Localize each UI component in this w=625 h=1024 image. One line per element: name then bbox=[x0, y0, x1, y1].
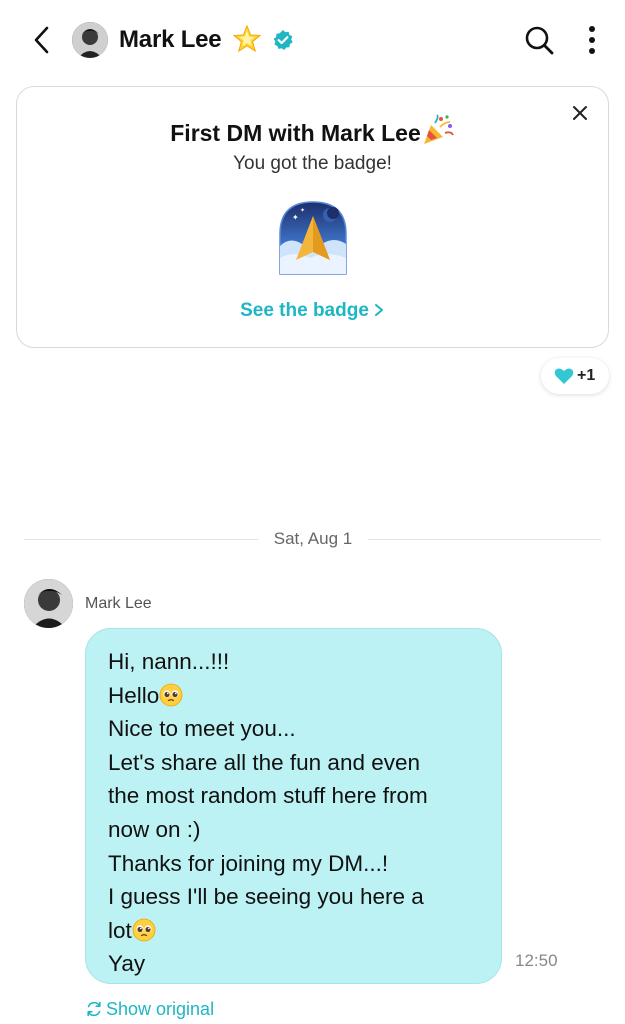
show-original-label: Show original bbox=[106, 999, 215, 1019]
reaction-chip[interactable]: +1 bbox=[541, 358, 609, 394]
badge-card-title-row: First DM with Mark Lee bbox=[17, 113, 608, 147]
message-timestamp: 12:50 bbox=[515, 951, 558, 970]
message-text: the most random stuff here from bbox=[108, 783, 428, 809]
message-line: Hi, nann...!!! bbox=[108, 645, 479, 679]
glowing-star-icon bbox=[232, 24, 262, 53]
badge-card-title: First DM with Mark Lee bbox=[170, 120, 421, 146]
message-line: Hello bbox=[108, 679, 479, 713]
see-the-badge-link[interactable]: See the badge bbox=[17, 300, 608, 322]
message-line: lot bbox=[108, 914, 479, 948]
back-icon[interactable] bbox=[28, 24, 56, 56]
pleading-face-icon bbox=[159, 683, 183, 706]
translate-refresh-icon bbox=[87, 1001, 101, 1017]
divider bbox=[24, 539, 258, 540]
message-line: the most random stuff here from bbox=[108, 779, 479, 813]
chevron-right-icon bbox=[374, 304, 383, 316]
date-separator: Sat, Aug 1 bbox=[24, 528, 601, 552]
message-line: Thanks for joining my DM...! bbox=[108, 847, 479, 881]
message-text: I guess I'll be seeing you here a bbox=[108, 884, 424, 910]
pleading-face-icon bbox=[132, 918, 156, 942]
message-text: now on :) bbox=[108, 816, 201, 842]
party-popper-icon bbox=[423, 114, 454, 144]
badge-card-subtitle: You got the badge! bbox=[233, 153, 392, 174]
more-vertical-icon[interactable] bbox=[580, 24, 604, 56]
svg-text:✦: ✦ bbox=[292, 213, 299, 222]
message-text: Yay bbox=[108, 951, 146, 977]
avatar[interactable] bbox=[72, 22, 108, 58]
message-text: Hi, nann...!!! bbox=[108, 649, 230, 674]
sender-name: Mark Lee bbox=[85, 595, 152, 612]
svg-text:✦: ✦ bbox=[300, 207, 305, 214]
see-the-badge-label: See the badge bbox=[240, 300, 369, 321]
message-text: Hello bbox=[108, 682, 160, 708]
sender-avatar[interactable] bbox=[24, 579, 73, 628]
message-bubble[interactable]: Hi, nann...!!! Hello Nice to meet you...… bbox=[85, 628, 502, 984]
verified-badge-icon bbox=[273, 30, 293, 50]
message-line: Nice to meet you... bbox=[108, 712, 479, 746]
badge-notification-card: First DM with Mark Lee You got the badge… bbox=[16, 86, 609, 348]
show-original-link[interactable]: Show original bbox=[85, 999, 214, 1020]
paper-plane-badge-icon: ✦ ✦ bbox=[279, 201, 347, 275]
chat-header: Mark Lee bbox=[0, 0, 625, 80]
reaction-count: +1 bbox=[577, 367, 596, 384]
message-text: Thanks for joining my DM...! bbox=[108, 850, 389, 876]
date-label: Sat, Aug 1 bbox=[273, 529, 353, 548]
message-line: Let's share all the fun and even bbox=[108, 746, 479, 780]
message-line: I guess I'll be seeing you here a bbox=[108, 880, 479, 914]
message-line: now on :) bbox=[108, 813, 479, 847]
heart-icon bbox=[554, 368, 574, 384]
search-icon[interactable] bbox=[523, 24, 555, 56]
message-text: lot bbox=[108, 917, 132, 943]
message-text: Let's share all the fun and even bbox=[108, 749, 421, 775]
message-text: Nice to meet you... bbox=[108, 716, 296, 742]
message-line: Yay bbox=[108, 947, 479, 981]
divider bbox=[368, 539, 601, 540]
page-title[interactable]: Mark Lee bbox=[119, 26, 222, 54]
